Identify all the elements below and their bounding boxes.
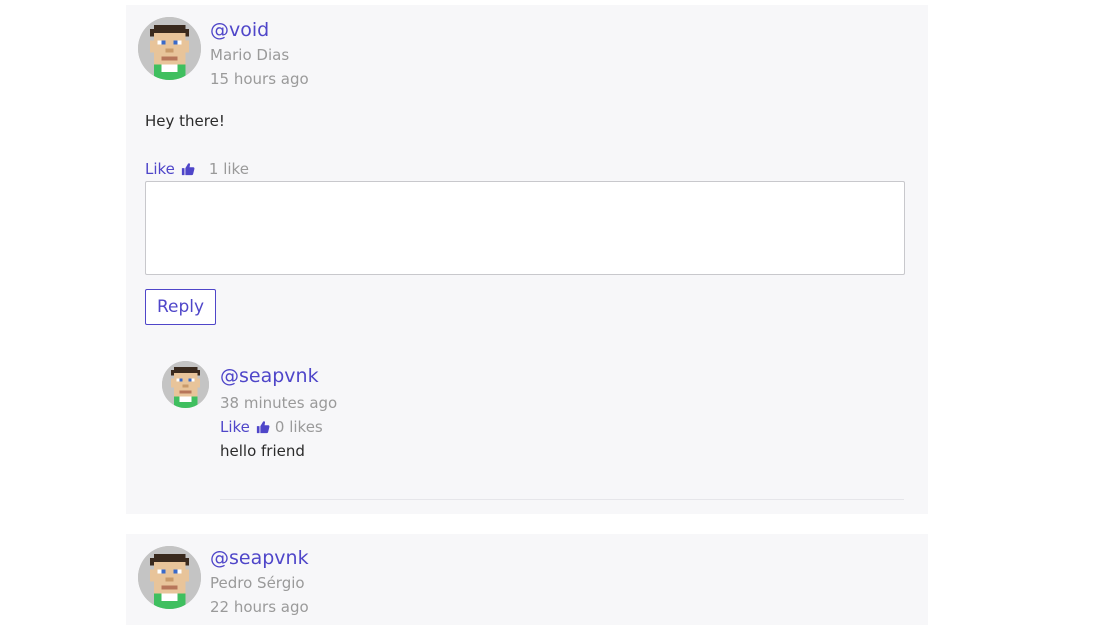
comment-author-username[interactable]: @seapvnk	[210, 547, 309, 569]
reply-input[interactable]	[145, 181, 905, 275]
like-count: 0 likes	[274, 418, 323, 436]
comment-card: @seapvnk Pedro Sérgio 22 hours ago	[126, 534, 928, 625]
thumbs-up-icon	[256, 421, 270, 434]
comment-card: @void Mario Dias 15 hours ago Hey there!…	[126, 5, 928, 514]
avatar[interactable]	[162, 361, 209, 408]
pixel-avatar-icon	[138, 546, 201, 609]
like-row: Like 0 likes	[220, 418, 323, 436]
like-button[interactable]: Like	[145, 160, 195, 178]
comment-text: Hey there!	[145, 112, 225, 130]
reply-author-username[interactable]: @seapvnk	[220, 365, 319, 387]
like-label: Like	[145, 160, 175, 178]
like-button[interactable]: Like	[220, 418, 270, 436]
like-label: Like	[220, 418, 250, 436]
like-row: Like 1 like	[145, 160, 249, 178]
avatar[interactable]	[138, 546, 201, 609]
comment-timestamp: 22 hours ago	[210, 598, 309, 616]
thumbs-up-icon	[181, 163, 195, 176]
divider	[220, 499, 904, 500]
reply-timestamp: 38 minutes ago	[220, 394, 338, 412]
comment-author-name: Mario Dias	[210, 46, 290, 64]
reply-button[interactable]: Reply	[145, 289, 216, 325]
comment-timestamp: 15 hours ago	[210, 70, 309, 88]
pixel-avatar-icon	[138, 17, 201, 80]
like-count: 1 like	[208, 160, 249, 178]
avatar[interactable]	[138, 17, 201, 80]
comment-author-name: Pedro Sérgio	[210, 574, 305, 592]
comment-author-username[interactable]: @void	[210, 19, 269, 41]
reply-text: hello friend	[220, 442, 305, 460]
pixel-avatar-icon	[162, 361, 209, 408]
